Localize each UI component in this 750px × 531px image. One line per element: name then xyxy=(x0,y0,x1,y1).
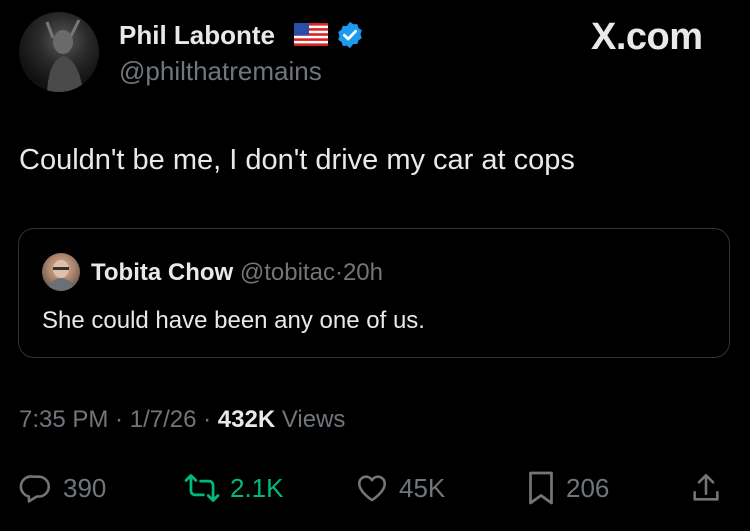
reply-icon xyxy=(19,471,53,505)
quote-author-handle[interactable]: @tobitac xyxy=(240,259,335,286)
quote-text: She could have been any one of us. xyxy=(42,307,425,334)
meta-separator: · xyxy=(108,406,130,433)
bookmark-count: 206 xyxy=(566,472,610,503)
tweet-meta: 7:35 PM · 1/7/26 · 432K Views xyxy=(19,406,345,434)
repost-button[interactable]: 2.1K xyxy=(184,466,284,510)
quote-time[interactable]: 20h xyxy=(343,259,383,286)
views-count: 432K xyxy=(217,406,276,433)
verified-badge-icon[interactable] xyxy=(335,20,365,50)
flag-us-icon xyxy=(294,23,328,46)
author-avatar[interactable] xyxy=(19,12,99,92)
share-icon xyxy=(689,471,723,505)
like-count: 45K xyxy=(399,472,446,503)
reply-button[interactable]: 390 xyxy=(19,466,106,510)
quote-separator: · xyxy=(334,259,343,286)
repost-count: 2.1K xyxy=(230,472,284,503)
like-button[interactable]: 45K xyxy=(355,466,445,510)
site-brand: X.com xyxy=(591,16,703,58)
tweet-date[interactable]: 1/7/26 xyxy=(130,406,197,433)
quoted-tweet-card[interactable]: Tobita Chow @tobitac·20h She could have … xyxy=(18,228,730,358)
reply-count: 390 xyxy=(63,472,107,503)
tweet-time[interactable]: 7:35 PM xyxy=(19,406,108,433)
share-button[interactable] xyxy=(689,466,723,510)
views-label: Views xyxy=(275,406,346,433)
tweet-text: Couldn't be me, I don't drive my car at … xyxy=(19,144,575,176)
author-name[interactable]: Phil Labonte xyxy=(119,20,275,51)
bookmark-button[interactable]: 206 xyxy=(526,466,609,510)
meta-separator: · xyxy=(196,406,218,433)
quote-avatar[interactable] xyxy=(42,253,80,291)
quote-author-name[interactable]: Tobita Chow xyxy=(91,259,233,286)
bookmark-icon xyxy=(526,470,556,506)
author-handle[interactable]: @philthatremains xyxy=(119,56,322,87)
quote-header: Tobita Chow @tobitac·20h xyxy=(91,259,383,287)
like-icon xyxy=(355,471,389,505)
repost-icon xyxy=(184,471,220,505)
